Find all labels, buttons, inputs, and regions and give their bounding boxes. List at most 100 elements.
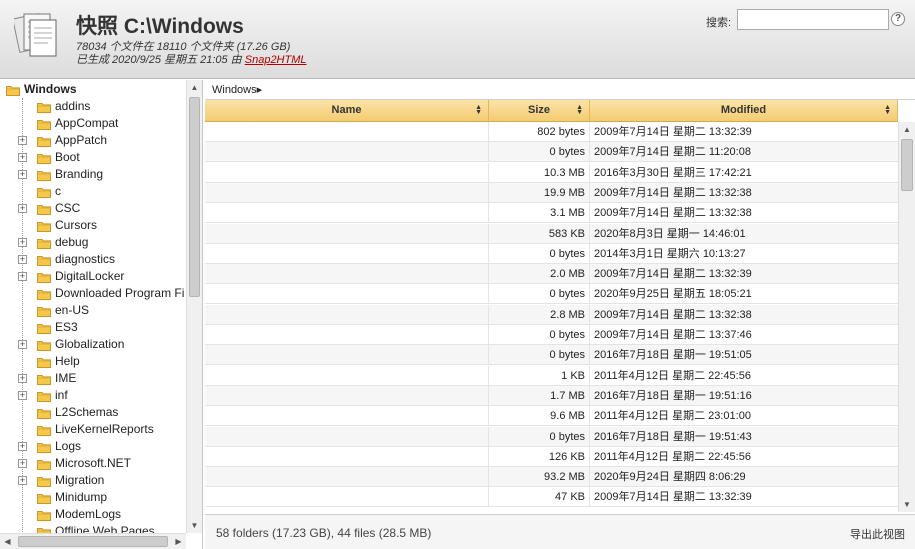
expand-plus-icon[interactable]: + [18,136,27,145]
tree-item[interactable]: + Migration [0,472,186,489]
search-input[interactable] [737,9,889,30]
tree-item[interactable]: en-US [0,302,186,319]
tree-item[interactable]: + AppPatch [0,132,186,149]
size-cell: 583 KB [548,227,585,240]
tree-item[interactable]: + Globalization [0,336,186,353]
tree-item[interactable]: + CSC [0,200,186,217]
expand-plus-icon[interactable]: + [18,255,27,264]
table-row[interactable]: Downloaded Program Files0 bytes2016年7月18… [205,345,898,366]
table-row[interactable]: Globalization9.6 MB2011年4月12日 星期二 23:01:… [205,406,898,427]
tree-item[interactable]: + Branding [0,166,186,183]
modified-cell: 2020年8月3日 星期一 14:46:01 [594,227,746,240]
modified-cell: 2009年7月14日 星期二 13:32:38 [594,308,752,321]
scrollbar-thumb[interactable] [18,536,168,547]
modified-cell: 2009年7月14日 星期二 13:32:38 [594,207,752,220]
tree-item[interactable]: AppCompat [0,115,186,132]
table-row[interactable]: Branding3.1 MB2009年7月14日 星期二 13:32:38 [205,203,898,224]
tree-item[interactable]: Offline Web Pages [0,523,186,533]
scroll-up-arrow-icon[interactable]: ▲ [187,80,202,95]
table-row[interactable]: inf93.2 MB2020年9月24日 星期四 8:06:29 [205,467,898,488]
tree-item[interactable]: + inf [0,387,186,404]
tree-item-root[interactable]: Windows [0,81,186,98]
table-row[interactable]: debug0 bytes2020年9月25日 星期五 18:05:21 [205,284,898,305]
tree-item[interactable]: + IME [0,370,186,387]
tree-item[interactable]: Minidump [0,489,186,506]
table-row[interactable]: diagnostics2.8 MB2009年7月14日 星期二 13:32:38 [205,304,898,325]
breadcrumb-item[interactable]: Windows [212,84,257,96]
column-divider [589,467,590,487]
expand-plus-icon[interactable]: + [18,153,27,162]
tree-item[interactable]: + Boot [0,149,186,166]
tree-item[interactable]: Cursors [0,217,186,234]
sort-icon[interactable]: ▲ ▼ [884,104,891,116]
column-header-modified[interactable]: Modified ▲ ▼ [590,100,898,122]
size-cell: 0 bytes [549,430,585,443]
tree-item[interactable]: Help [0,353,186,370]
folder-file-summary: 58 folders (17.23 GB), 44 files (28.5 MB… [216,526,432,540]
expand-plus-icon[interactable]: + [18,391,27,400]
table-row[interactable]: ES31.7 MB2016年7月18日 星期一 19:51:16 [205,385,898,406]
list-vertical-scrollbar[interactable]: ▲ ▼ [898,122,915,512]
expand-plus-icon[interactable]: + [18,272,27,281]
expand-plus-icon[interactable]: + [18,170,27,179]
table-row[interactable]: AppPatch10.3 MB2016年3月30日 星期三 17:42:21 [205,162,898,183]
table-row[interactable]: Help0 bytes2016年7月18日 星期一 19:51:43 [205,426,898,447]
column-divider [589,182,590,202]
table-row[interactable]: L2Schemas47 KB2009年7月14日 星期二 13:32:39 [205,487,898,508]
tree-item[interactable]: + Microsoft.NET [0,455,186,472]
help-icon[interactable]: ? [891,12,905,26]
scroll-right-arrow-icon[interactable]: ▶ [171,534,186,549]
tree-item[interactable]: c [0,183,186,200]
table-row[interactable]: c583 KB2020年8月3日 星期一 14:46:01 [205,223,898,244]
expand-plus-icon[interactable]: + [18,476,27,485]
table-row[interactable]: CSC0 bytes2014年3月1日 星期六 10:13:27 [205,243,898,264]
tree-item-label: inf [55,388,68,402]
scroll-up-arrow-icon[interactable]: ▲ [899,122,915,137]
column-header-size[interactable]: Size ▲ ▼ [489,100,590,122]
table-row[interactable]: DigitalLocker0 bytes2009年7月14日 星期二 13:37… [205,325,898,345]
scroll-down-arrow-icon[interactable]: ▼ [899,497,915,512]
snap2html-link[interactable]: Snap2HTML [245,54,307,66]
expand-plus-icon[interactable]: + [18,340,27,349]
tree-item[interactable]: LiveKernelReports [0,421,186,438]
folder-icon [37,305,51,317]
expand-plus-icon[interactable]: + [18,374,27,383]
tree-item[interactable]: L2Schemas [0,404,186,421]
size-cell: 3.1 MB [550,207,585,220]
scrollbar-thumb[interactable] [901,139,913,191]
tree-item[interactable]: + DigitalLocker [0,268,186,285]
tree-horizontal-scrollbar[interactable]: ◀ ▶ [0,533,186,549]
column-divider [589,122,590,141]
table-row[interactable]: addins802 bytes2009年7月14日 星期二 13:32:39 [205,122,898,142]
tree-item[interactable]: ES3 [0,319,186,336]
table-row[interactable]: en-US1 KB2011年4月12日 星期二 22:45:56 [205,365,898,386]
expand-plus-icon[interactable]: + [18,442,27,451]
scroll-left-arrow-icon[interactable]: ◀ [0,534,15,549]
table-row[interactable]: IME126 KB2011年4月12日 星期二 22:45:56 [205,446,898,467]
modified-cell: 2020年9月24日 星期四 8:06:29 [594,471,746,484]
scroll-down-arrow-icon[interactable]: ▼ [187,518,202,533]
tree-item-label: Logs [55,439,82,453]
tree-vertical-scrollbar[interactable]: ▲ ▼ [186,80,202,533]
expand-plus-icon[interactable]: + [18,459,27,468]
export-view-link[interactable]: 导出此视图 [850,526,905,542]
table-row[interactable]: AppCompat0 bytes2009年7月14日 星期二 11:20:08 [205,142,898,163]
tree-item[interactable]: Downloaded Program Fi [0,285,186,302]
table-row[interactable]: Boot19.9 MB2009年7月14日 星期二 13:32:38 [205,182,898,203]
column-header-name[interactable]: Name ▲ ▼ [205,100,489,122]
tree-item[interactable]: + diagnostics [0,251,186,268]
tree-item[interactable]: + debug [0,234,186,251]
tree-item-label: Downloaded Program Fi [55,286,185,300]
scrollbar-thumb[interactable] [189,97,200,297]
generated-info: 已生成 2020/9/25 星期五 21:05 由 Snap2HTML [76,51,307,67]
size-cell: 1 KB [561,369,585,382]
table-row[interactable]: Cursors2.0 MB2009年7月14日 星期二 13:32:39 [205,264,898,285]
tree-item[interactable]: ModemLogs [0,506,186,523]
tree-item[interactable]: + Logs [0,438,186,455]
expand-plus-icon[interactable]: + [18,238,27,247]
tree-item[interactable]: addins [0,98,186,115]
expand-plus-icon[interactable]: + [18,204,27,213]
sort-icon[interactable]: ▲ ▼ [576,104,583,116]
size-cell: 9.6 MB [550,410,585,423]
sort-icon[interactable]: ▲ ▼ [475,104,482,116]
